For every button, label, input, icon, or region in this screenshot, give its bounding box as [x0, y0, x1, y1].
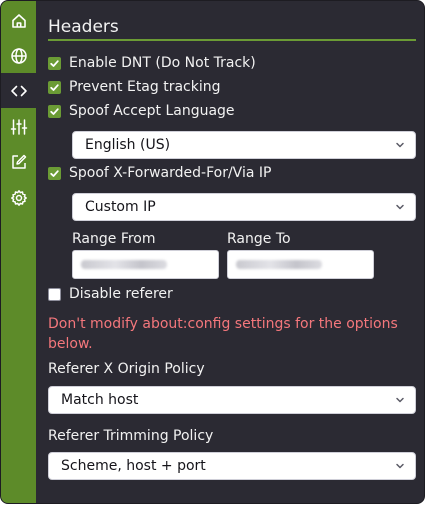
sidebar — [1, 1, 36, 503]
code-icon — [10, 85, 27, 96]
sidebar-item-settings[interactable] — [1, 180, 36, 215]
checkmark-icon — [50, 83, 59, 91]
checkmark-icon — [50, 59, 59, 67]
referer-x-origin-label: Referer X Origin Policy — [48, 361, 205, 377]
prevent-etag-checkbox[interactable] — [48, 80, 61, 94]
prevent-etag-label: Prevent Etag tracking — [69, 79, 221, 95]
enable-dnt-option[interactable]: Enable DNT (Do Not Track) — [48, 53, 256, 73]
redacted-ip-value — [81, 260, 167, 269]
spoof-language-checkbox[interactable] — [48, 104, 61, 118]
disable-referer-label: Disable referer — [69, 286, 173, 302]
ip-mode-select[interactable]: Custom IP — [72, 193, 416, 221]
spoof-xff-checkbox[interactable] — [48, 166, 61, 180]
edit-icon — [11, 154, 26, 169]
prevent-etag-option[interactable]: Prevent Etag tracking — [48, 77, 221, 97]
sidebar-item-globe[interactable] — [1, 38, 36, 73]
ip-mode-select-value: Custom IP — [85, 199, 156, 215]
chevron-down-icon — [396, 142, 404, 148]
sliders-icon — [10, 118, 27, 135]
sidebar-item-headers[interactable] — [1, 73, 36, 108]
range-to-input[interactable] — [227, 250, 374, 279]
redacted-ip-value — [236, 260, 322, 269]
disable-referer-option[interactable]: Disable referer — [48, 284, 173, 304]
spoof-xff-option[interactable]: Spoof X-Forwarded-For/Via IP — [48, 163, 271, 183]
globe-icon — [10, 47, 27, 64]
enable-dnt-label: Enable DNT (Do Not Track) — [69, 55, 256, 71]
settings-panel: Headers Enable DNT (Do Not Track) Preven… — [0, 0, 425, 504]
language-select-value: English (US) — [85, 137, 171, 153]
sidebar-item-edit[interactable] — [1, 144, 36, 179]
spoof-xff-label: Spoof X-Forwarded-For/Via IP — [69, 165, 272, 181]
warning-text: Don't modify about:config settings for t… — [48, 316, 398, 352]
referer-trimming-select[interactable]: Scheme, host + port — [48, 452, 416, 480]
sidebar-item-home[interactable] — [1, 3, 36, 38]
referer-trimming-value: Scheme, host + port — [61, 458, 206, 474]
referer-x-origin-select[interactable]: Match host — [48, 386, 416, 414]
page-title: Headers — [48, 17, 119, 37]
range-to-label: Range To — [227, 231, 291, 247]
app-window: Headers Enable DNT (Do Not Track) Preven… — [0, 0, 427, 506]
title-divider — [48, 39, 416, 41]
chevron-down-icon — [396, 463, 404, 469]
spoof-language-option[interactable]: Spoof Accept Language — [48, 101, 235, 121]
range-from-input[interactable] — [72, 250, 219, 279]
referer-x-origin-value: Match host — [61, 392, 139, 408]
checkmark-icon — [50, 169, 59, 177]
range-from-label: Range From — [72, 231, 156, 247]
referer-trimming-label: Referer Trimming Policy — [48, 428, 214, 444]
enable-dnt-checkbox[interactable] — [48, 56, 61, 70]
home-icon — [11, 13, 26, 28]
checkmark-icon — [50, 107, 59, 115]
sidebar-item-sliders[interactable] — [1, 109, 36, 144]
chevron-down-icon — [396, 397, 404, 403]
gear-icon — [10, 189, 27, 206]
language-select[interactable]: English (US) — [72, 131, 416, 159]
chevron-down-icon — [396, 204, 404, 210]
spoof-language-label: Spoof Accept Language — [69, 103, 235, 119]
disable-referer-checkbox[interactable] — [48, 287, 61, 301]
